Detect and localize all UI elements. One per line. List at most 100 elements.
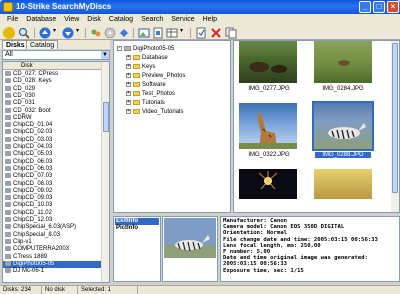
nav-up-icon[interactable]	[39, 27, 51, 39]
disk-row[interactable]: CD_032: Boot	[3, 107, 101, 115]
tab-catalog[interactable]: Catalog	[26, 40, 59, 49]
thumbnail-caption[interactable]: IMG_0322.JPG	[234, 152, 304, 158]
menu-search[interactable]: Search	[137, 14, 167, 26]
disk-filter-value: All	[5, 51, 13, 58]
tree-folder[interactable]: + Test_Photos	[126, 90, 175, 98]
disk-row[interactable]: CD_029	[3, 85, 101, 93]
disk-row[interactable]: ChipCD_04.03	[3, 144, 101, 151]
disk-row[interactable]: ChipCD_07.03	[3, 173, 101, 180]
disk-filter-select[interactable]: All ▼	[2, 50, 110, 60]
thumbnail-caption-selected[interactable]: IMG_0288.JPG	[315, 152, 371, 158]
disk-icon	[5, 231, 11, 237]
disk-row[interactable]: CD_028: Keys	[3, 78, 101, 85]
thumbnail-image[interactable]	[314, 169, 372, 199]
menu-service[interactable]: Service	[167, 14, 198, 26]
tree-folder[interactable]: + Software	[126, 81, 166, 89]
menu-view[interactable]: View	[60, 14, 83, 26]
nav-down-dropdown-icon[interactable]: ▾	[76, 27, 88, 39]
disk-column-header[interactable]: Disk	[3, 62, 101, 70]
search-icon[interactable]	[18, 27, 30, 39]
tree-folder[interactable]: + Keys	[126, 63, 155, 71]
disk-row[interactable]: ChipCD_01.04	[3, 122, 101, 129]
folder-icon	[133, 63, 140, 69]
tree-folder[interactable]: + Preview_Photos	[126, 72, 185, 80]
thumbnail-caption[interactable]: IMG_0284.JPG	[308, 86, 378, 92]
scroll-thumb[interactable]	[392, 43, 398, 193]
menu-database[interactable]: Database	[22, 14, 60, 26]
disk-row[interactable]: DJ Mc-06-1	[3, 268, 101, 275]
disk-row[interactable]: CTress 1889	[3, 253, 101, 261]
tree-folder[interactable]: + Database	[126, 54, 168, 62]
menu-catalog[interactable]: Catalog	[105, 14, 137, 26]
disk-row[interactable]: ChipSpecial_6.03(ASP)	[3, 224, 101, 231]
expand-icon[interactable]: +	[126, 72, 131, 78]
info-item-exifinfo[interactable]: ExifInfo	[115, 218, 159, 225]
disk-row[interactable]: ChipCD_08.03	[3, 180, 101, 188]
info-item-pictinfo[interactable]: PictInfo	[115, 225, 159, 232]
thumbnail-image[interactable]	[314, 41, 372, 83]
expand-icon[interactable]: +	[126, 81, 131, 87]
disk-row[interactable]: ChipCD_10.03	[3, 202, 101, 209]
maximize-button[interactable]: □	[373, 1, 385, 13]
expand-icon[interactable]: +	[126, 63, 131, 69]
menu-disk[interactable]: Disk	[83, 14, 105, 26]
disk-icon	[5, 136, 11, 142]
thumbnail-image[interactable]	[239, 41, 297, 83]
tab-disks[interactable]: Disks	[2, 40, 29, 49]
thumbnail-caption[interactable]: IMG_0277.JPG	[234, 86, 304, 92]
tree-root[interactable]: - DigiPhoto05-05	[117, 45, 174, 53]
thumbnail-image[interactable]	[239, 169, 297, 199]
delete-icon[interactable]	[210, 27, 222, 39]
tree-folder[interactable]: + Tutorials	[126, 99, 165, 107]
disk-row[interactable]: CD_031	[3, 100, 101, 107]
disk-row[interactable]: ChipSpecial_8.03	[3, 231, 101, 239]
thumbnail-panel: IMG_0277.JPG IMG_0284.JPG IMG_0322.JPG I…	[233, 40, 400, 213]
menu-help[interactable]: Help	[199, 14, 221, 26]
disk-row[interactable]: Clip-v1	[3, 238, 101, 246]
image-icon[interactable]	[138, 27, 150, 39]
disk-label: ChipCD_05.03	[13, 151, 53, 158]
chevron-down-icon[interactable]: ▼	[101, 51, 109, 59]
disk-row[interactable]: CD_030	[3, 92, 101, 100]
tree-folder-label: Keys	[142, 64, 156, 70]
minimize-button[interactable]: _	[359, 1, 371, 13]
disk-row[interactable]: CD_027: CPress	[3, 71, 101, 78]
disk-row[interactable]: CDRW	[3, 114, 101, 122]
disk-row[interactable]: ChipCD_06.03	[3, 158, 101, 166]
settings-icon[interactable]	[90, 27, 102, 39]
properties-icon[interactable]	[195, 27, 207, 39]
disk-row[interactable]: COMPUTERRA2003	[3, 246, 101, 253]
disk-row[interactable]: ChipCD_12.03	[3, 217, 101, 224]
collapse-icon[interactable]: -	[117, 45, 122, 51]
disk-list-scrollbar[interactable]	[101, 62, 109, 282]
expand-icon[interactable]: +	[126, 54, 131, 60]
disk-row[interactable]: DigiPhoto05-05	[3, 260, 101, 269]
nav-down-icon[interactable]	[62, 27, 74, 39]
close-button[interactable]: ×	[387, 1, 399, 13]
disk-row[interactable]: ChipCD_06.03	[3, 165, 101, 173]
open-icon[interactable]	[3, 27, 15, 39]
thumbnail-image-selected[interactable]	[312, 101, 374, 151]
disk-label: CD_031	[13, 100, 36, 107]
export-icon[interactable]	[152, 27, 164, 39]
disk-row[interactable]: ChipCD_11.02	[3, 209, 101, 217]
expand-icon[interactable]: +	[126, 108, 131, 114]
thumbnail-image[interactable]	[239, 103, 297, 149]
tree-folder[interactable]: + Video_Tutorials	[126, 108, 183, 116]
view-mode-icon[interactable]	[166, 27, 178, 39]
disk-scan-icon[interactable]	[104, 27, 116, 39]
scroll-thumb[interactable]	[103, 102, 109, 132]
copy-icon[interactable]	[225, 27, 237, 39]
menu-file[interactable]: File	[3, 14, 22, 26]
disk-row[interactable]: ChipCD_02.03	[3, 129, 101, 136]
thumbnail-scrollbar[interactable]	[391, 41, 399, 212]
disk-row[interactable]: ChipCD_03.03	[3, 136, 101, 144]
expand-icon[interactable]: +	[126, 99, 131, 105]
disk-row[interactable]: ChipCD_09.03	[3, 195, 101, 202]
disk-row[interactable]: ChipCD_09.02	[3, 187, 101, 195]
move-icon[interactable]	[118, 27, 130, 39]
disk-row[interactable]: ChipCD_05.03	[3, 151, 101, 158]
tree-folder-label: Video_Tutorials	[142, 109, 184, 115]
disk-icon	[5, 107, 11, 113]
expand-icon[interactable]: +	[126, 90, 131, 96]
